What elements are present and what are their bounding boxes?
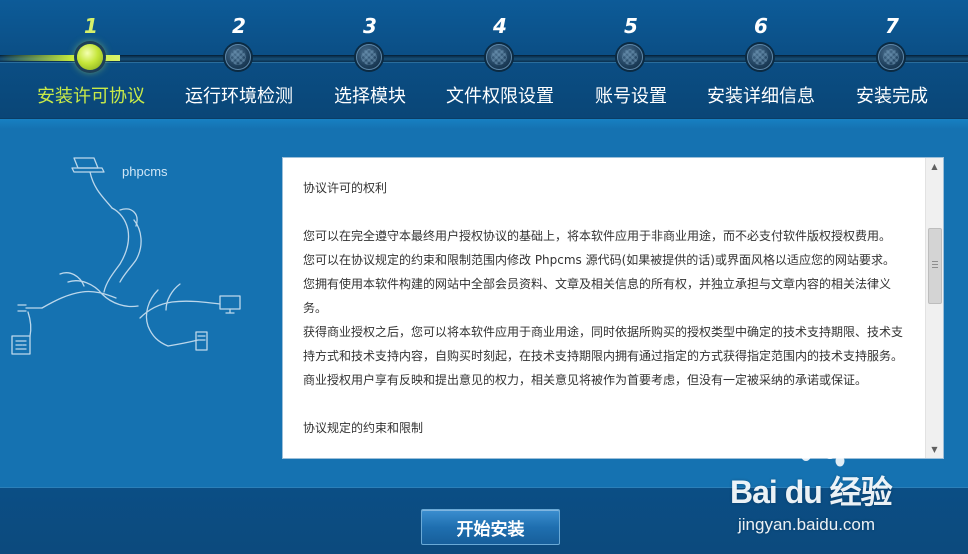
- license-paragraph: 协议许可的权利: [303, 181, 388, 195]
- start-install-button[interactable]: 开始安装: [421, 509, 560, 545]
- stepper-track: [0, 55, 968, 63]
- license-paragraph: 获得商业授权之后，您可以将本软件应用于商业用途，同时依据所购买的授权类型中确定的…: [303, 325, 904, 363]
- step-indicator-icon: [225, 44, 251, 70]
- step-label: 账号设置: [595, 86, 667, 107]
- step-number: 4: [493, 14, 507, 38]
- scroll-up-arrow-icon[interactable]: ▲: [926, 158, 943, 175]
- license-paragraph: 您拥有使用本软件构建的网站中全部会员资料、文章及相关信息的所有权，并独立承担与文…: [303, 277, 892, 315]
- step-label: 选择模块: [334, 86, 406, 107]
- step-label: 安装详细信息: [707, 86, 815, 107]
- license-paragraph: 您可以在完全遵守本最终用户授权协议的基础上，将本软件应用于非商业用途，而不必支付…: [303, 229, 892, 243]
- license-paragraph: 协议规定的约束和限制: [303, 421, 424, 435]
- baidu-jingyan-watermark: Bai du 经验 jingyan.baidu.com: [730, 445, 960, 547]
- license-text: 协议许可的权利 您可以在完全遵守本最终用户授权协议的基础上，将本软件应用于非商业…: [303, 176, 913, 440]
- main-top-band: [0, 119, 968, 129]
- license-scrollbar[interactable]: ▲ ▼: [925, 158, 943, 458]
- step-indicator-icon: [747, 44, 773, 70]
- step-indicator-icon: [878, 44, 904, 70]
- phpcms-logo-text: phpcms: [122, 164, 168, 179]
- hands-network-icon: [11, 157, 241, 355]
- license-paragraph: 商业授权用户享有反映和提出意见的权力，相关意见将被作为首要考虑，但没有一定被采纳…: [303, 373, 868, 387]
- watermark-url-text: jingyan.baidu.com: [738, 515, 876, 534]
- step-label: 运行环境检测: [185, 86, 293, 107]
- install-stepper-header: 1 安装许可协议 2 运行环境检测 3 选择模块 4 文件权限设置 5 账号设置…: [0, 0, 968, 119]
- phpcms-logo-illustration: phpcms: [8, 150, 258, 370]
- scroll-thumb[interactable]: [928, 228, 942, 304]
- step-number: 1: [84, 14, 98, 38]
- license-paragraph: 您可以在协议规定的约束和限制范围内修改 Phpcms 源代码(如果被提供的话)或…: [303, 253, 895, 267]
- step-number: 3: [363, 14, 377, 38]
- step-number: 2: [232, 14, 246, 38]
- watermark-brand-text: Bai du 经验: [730, 474, 893, 510]
- step-number: 6: [754, 14, 768, 38]
- step-indicator-icon: [617, 44, 643, 70]
- license-agreement-textbox[interactable]: 协议许可的权利 您可以在完全遵守本最终用户授权协议的基础上，将本软件应用于非商业…: [282, 157, 944, 459]
- step-indicator-active-icon: [77, 44, 103, 70]
- scroll-grip-icon: [932, 261, 938, 269]
- step-indicator-icon: [356, 44, 382, 70]
- step-label: 安装许可协议: [37, 86, 145, 107]
- step-number: 5: [624, 14, 638, 38]
- step-indicator-icon: [486, 44, 512, 70]
- step-label: 安装完成: [856, 86, 928, 107]
- step-number: 7: [885, 14, 899, 38]
- step-label: 文件权限设置: [446, 86, 554, 107]
